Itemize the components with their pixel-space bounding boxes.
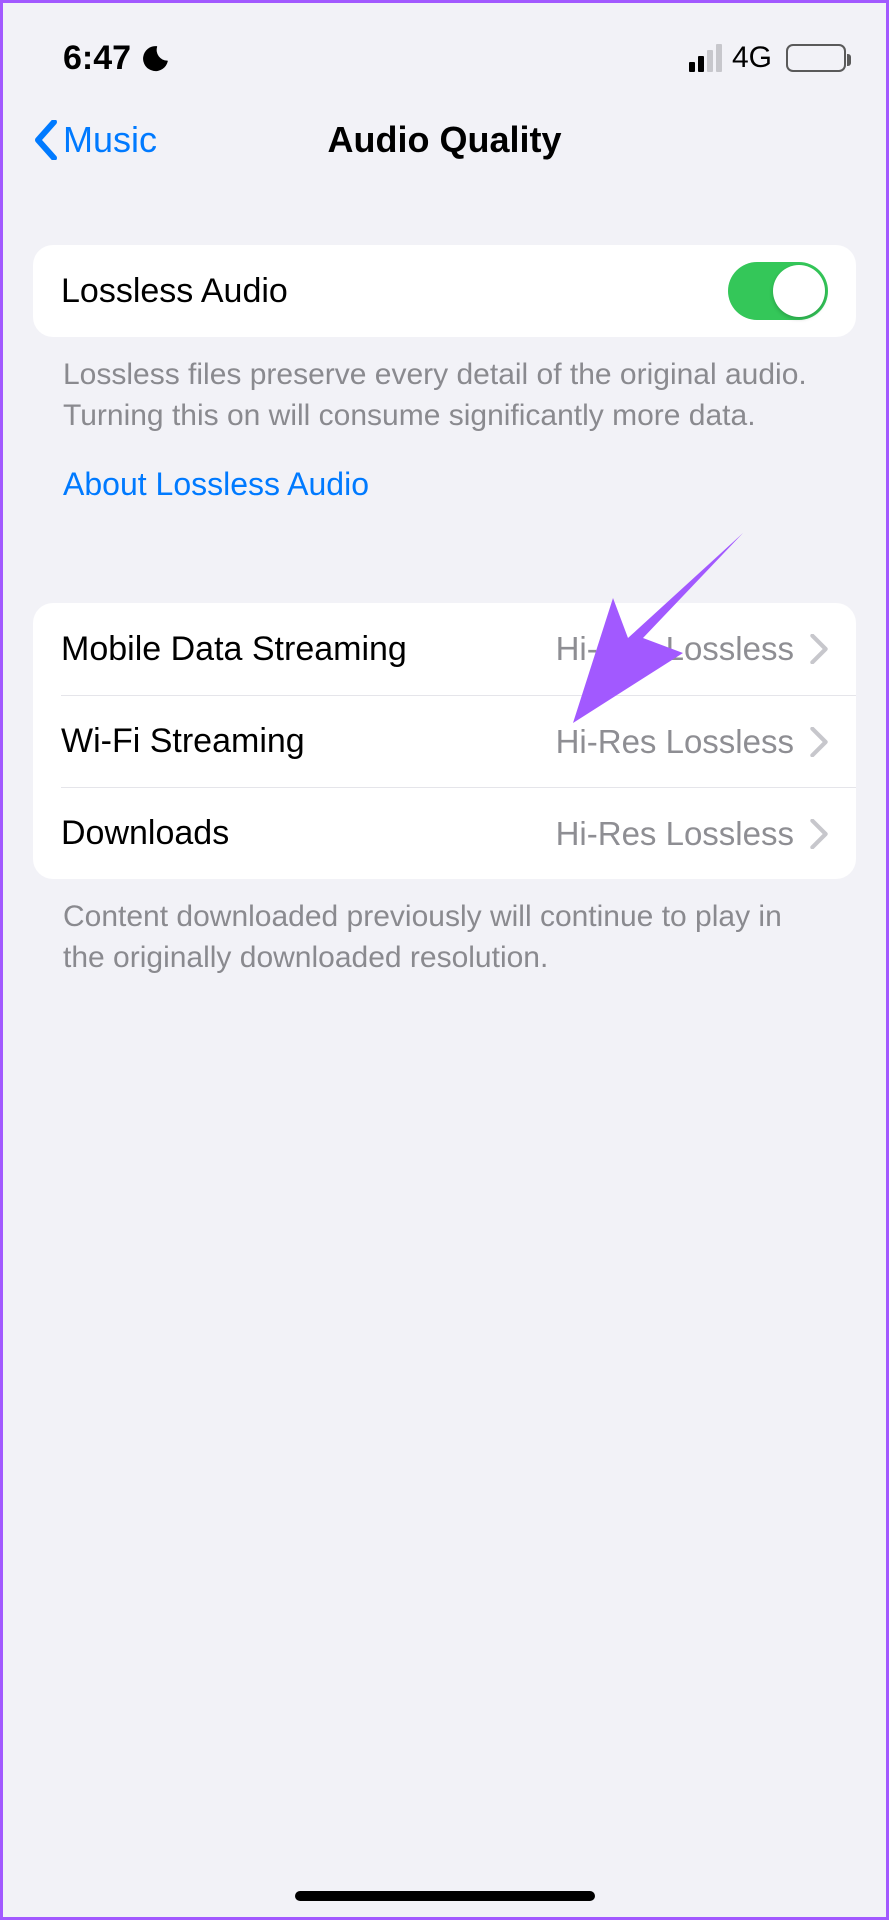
row-value: Hi-Res Lossless [556, 723, 794, 761]
lossless-audio-row: Lossless Audio [33, 245, 856, 337]
row-label: Mobile Data Streaming [61, 630, 407, 669]
lossless-note: Lossless files preserve every detail of … [33, 337, 856, 436]
chevron-right-icon [810, 727, 828, 757]
mobile-data-streaming-row[interactable]: Mobile Data Streaming Hi-Res Lossless [33, 603, 856, 695]
quality-note: Content downloaded previously will conti… [33, 879, 856, 978]
home-indicator[interactable] [295, 1891, 595, 1901]
lossless-audio-toggle[interactable] [728, 262, 828, 320]
wifi-streaming-row[interactable]: Wi-Fi Streaming Hi-Res Lossless [61, 695, 856, 787]
chevron-right-icon [810, 634, 828, 664]
nav-header: Music Audio Quality [3, 95, 886, 185]
downloads-row[interactable]: Downloads Hi-Res Lossless [61, 787, 856, 879]
status-left: 6:47 [63, 39, 171, 78]
lossless-audio-label: Lossless Audio [61, 272, 288, 311]
chevron-left-icon [33, 120, 59, 160]
battery-icon [786, 44, 846, 72]
toggle-knob [773, 265, 825, 317]
status-time: 6:47 [63, 39, 131, 78]
row-label: Downloads [61, 814, 229, 853]
row-value: Hi-Res Lossless [556, 815, 794, 853]
row-label: Wi-Fi Streaming [61, 722, 305, 761]
status-right: 4G [689, 41, 846, 75]
chevron-right-icon [810, 819, 828, 849]
lossless-group: Lossless Audio [33, 245, 856, 337]
content: Lossless Audio Lossless files preserve e… [3, 185, 886, 978]
status-bar: 6:47 4G [3, 3, 886, 95]
network-type-label: 4G [732, 41, 772, 75]
about-lossless-link[interactable]: About Lossless Audio [33, 436, 856, 503]
cellular-signal-icon [689, 44, 722, 72]
row-value: Hi-Res Lossless [556, 630, 794, 668]
back-button[interactable]: Music [23, 119, 157, 161]
device-frame: 6:47 4G Music Audio Quality Lossless Aud [0, 0, 889, 1920]
do-not-disturb-moon-icon [141, 43, 171, 73]
quality-group: Mobile Data Streaming Hi-Res Lossless Wi… [33, 603, 856, 879]
back-label: Music [63, 119, 157, 161]
